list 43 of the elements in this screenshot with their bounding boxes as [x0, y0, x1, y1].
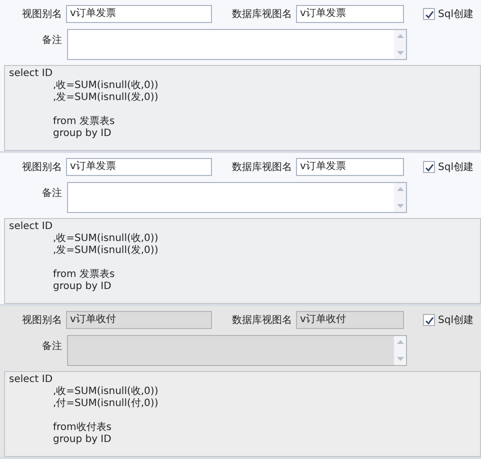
input-field[interactable]: v订单发票 [66, 5, 212, 23]
scroll-up-icon[interactable] [396, 186, 404, 192]
code-line: ,发=SUM(isnull(发,0)) [52, 92, 160, 104]
field-label: 数据库视图名 [231, 8, 292, 21]
code-line: ,收=SUM(isnull(收,0)) [52, 80, 160, 92]
code-line: select ID [9, 68, 54, 80]
checkbox-label: Sql创建 [438, 8, 474, 21]
code-line: select ID [9, 374, 54, 386]
code-line: ,收=SUM(isnull(收,0)) [52, 386, 160, 398]
code-line: group by ID [52, 281, 112, 293]
sql-editor[interactable]: select ID ,收=SUM(isnull(收,0)) ,发=SUM(isnull(发,0)) from 发票表s group by ID [4, 218, 481, 304]
remark-field[interactable] [67, 182, 407, 213]
code-line: ,发=SUM(isnull(发,0)) [52, 245, 160, 257]
field-label: 数据库视图名 [231, 160, 292, 174]
input-field[interactable]: v订单发票 [66, 158, 212, 176]
scrollbar[interactable] [394, 183, 406, 212]
code-line: from 发票表s [52, 268, 116, 281]
field-label: 视图别名 [21, 314, 62, 327]
scrollbar[interactable] [394, 30, 406, 59]
scroll-down-icon[interactable] [396, 203, 404, 209]
code-line: from 发票表s [52, 114, 116, 128]
code-line: group by ID [52, 128, 112, 140]
field-label: 视图别名 [21, 160, 62, 174]
code-line: ,付=SUM(isnull(付,0)) [52, 398, 160, 410]
field-label: 备注 [41, 34, 62, 47]
code-line: select ID [9, 221, 54, 233]
field-label: 备注 [41, 186, 62, 200]
input-field[interactable]: v订单发票 [296, 158, 404, 176]
field-label: 备注 [41, 340, 62, 353]
input-field[interactable]: v订单发票 [296, 5, 404, 23]
sql-editor[interactable]: select ID ,收=SUM(isnull(收,0)) ,发=SUM(isnull(发,0)) from 发票表s group by ID [4, 65, 481, 151]
checkbox-label: Sql创建 [438, 160, 474, 174]
code-line: group by ID [52, 434, 112, 446]
remark-field[interactable] [67, 29, 407, 60]
scroll-up-icon[interactable] [396, 33, 404, 39]
code-line: ,收=SUM(isnull(收,0)) [52, 233, 160, 245]
code-line: from收付表s [52, 420, 112, 434]
checkbox[interactable] [423, 161, 435, 173]
scroll-down-icon[interactable] [396, 50, 404, 56]
checkbox[interactable] [423, 8, 435, 20]
field-label: 视图别名 [21, 8, 62, 21]
checkbox-label: Sql创建 [438, 314, 474, 327]
field-label: 数据库视图名 [231, 314, 292, 327]
